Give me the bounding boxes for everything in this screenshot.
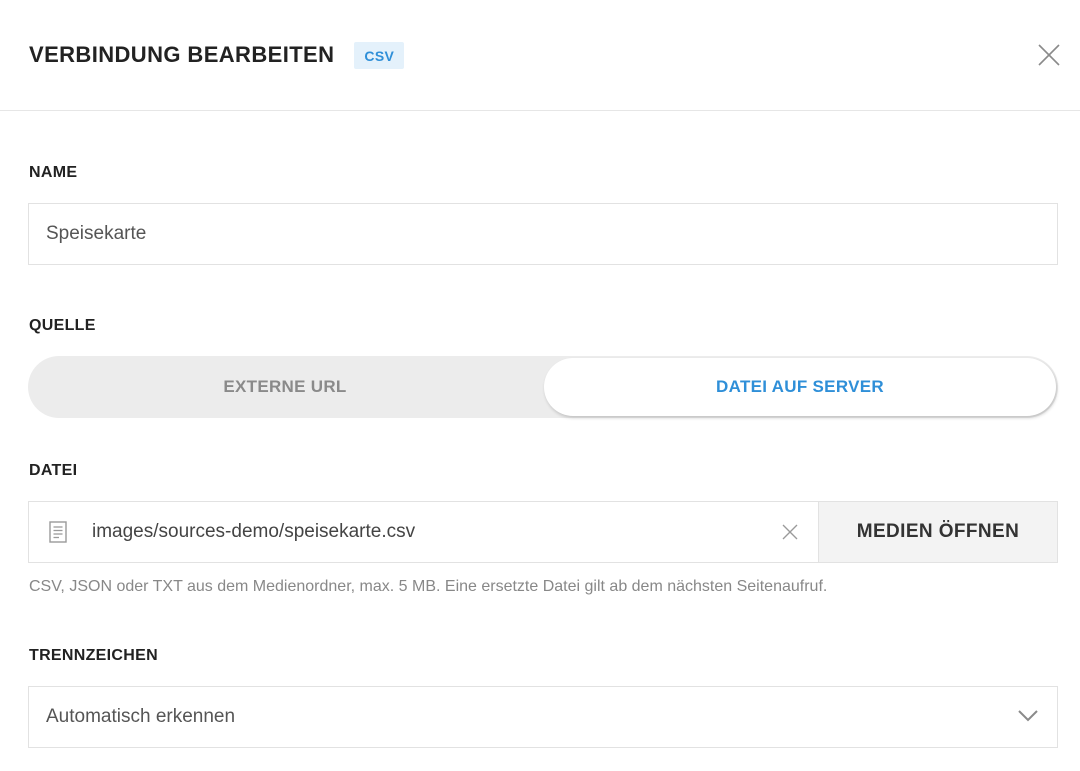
file-path: images/sources-demo/speisekarte.csv xyxy=(92,521,416,542)
name-input[interactable]: Speisekarte xyxy=(28,203,1058,265)
modal-header: VERBINDUNG BEARBEITEN CSV xyxy=(0,0,1080,111)
separator-selected-value: Automatisch erkennen xyxy=(46,706,236,727)
close-button[interactable] xyxy=(1038,44,1060,66)
file-input[interactable]: images/sources-demo/speisekarte.csv xyxy=(29,502,818,562)
modal-title: VERBINDUNG BEARBEITEN xyxy=(29,42,335,67)
separator-label: TRENNZEICHEN xyxy=(29,647,158,664)
source-toggle: EXTERNE URL DATEI AUF SERVER xyxy=(28,356,1058,418)
name-input-value: Speisekarte xyxy=(46,223,147,244)
file-picker: images/sources-demo/speisekarte.csv MEDI… xyxy=(28,501,1058,563)
clear-icon xyxy=(782,524,798,540)
close-icon xyxy=(1038,44,1060,66)
file-label: DATEI xyxy=(29,462,78,479)
name-label: NAME xyxy=(29,164,78,181)
file-hint: CSV, JSON oder TXT aus dem Medienordner,… xyxy=(29,578,828,595)
chevron-down-icon xyxy=(1018,710,1038,722)
source-option-external-url[interactable]: EXTERNE URL xyxy=(28,356,542,418)
file-icon xyxy=(49,521,67,543)
open-media-button[interactable]: MEDIEN ÖFFNEN xyxy=(818,502,1057,562)
source-label: QUELLE xyxy=(29,317,96,334)
source-option-file-on-server[interactable]: DATEI AUF SERVER xyxy=(544,358,1056,416)
clear-file-button[interactable] xyxy=(782,524,798,540)
separator-select[interactable]: Automatisch erkennen xyxy=(28,686,1058,748)
type-badge: CSV xyxy=(354,41,405,69)
